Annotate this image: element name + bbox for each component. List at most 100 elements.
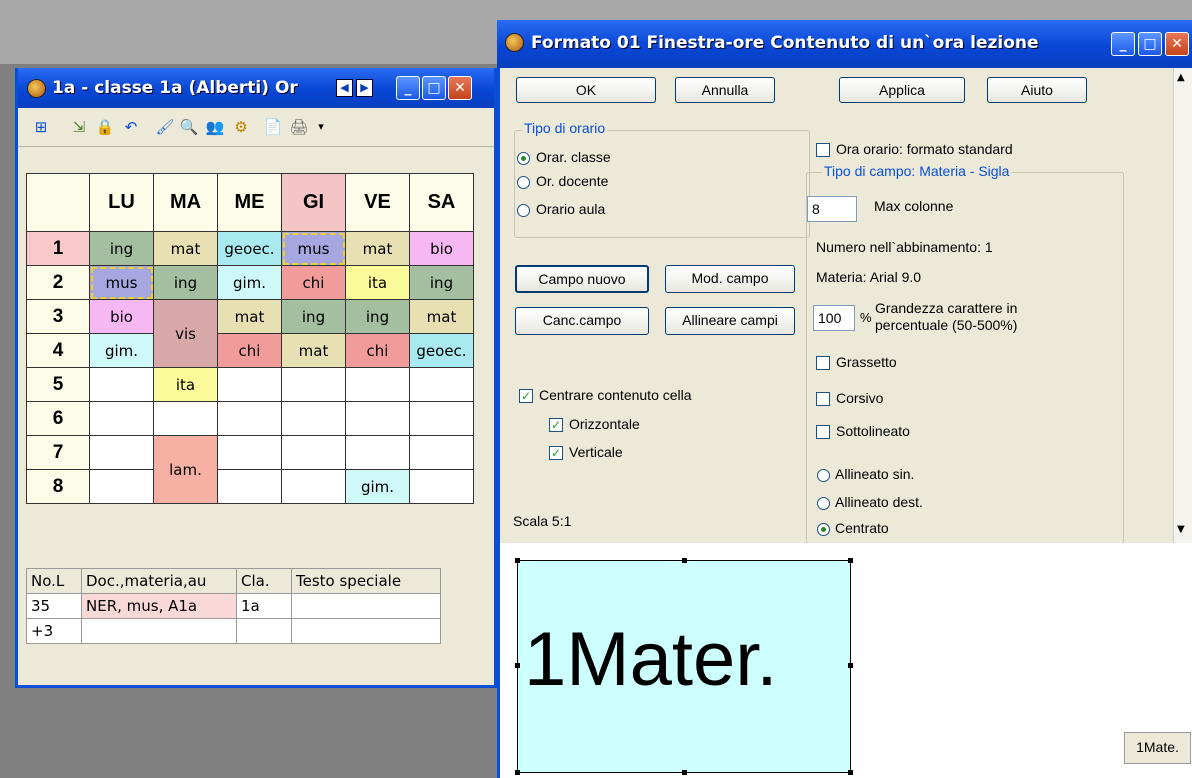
room-schedule-label[interactable]: Orario aula [536, 201, 605, 217]
minimize-icon[interactable]: _ [396, 76, 420, 100]
details-cell[interactable] [236, 618, 292, 644]
paint-icon[interactable]: 🖌 [154, 116, 176, 138]
centered-label[interactable]: Centrato [835, 520, 889, 536]
class-schedule-label[interactable]: Orar. classe [536, 149, 611, 165]
lesson-cell-empty[interactable] [153, 401, 218, 436]
teacher-schedule-radio[interactable] [517, 176, 530, 189]
lock-icon[interactable]: 🔒 [94, 116, 116, 138]
align-fields-button[interactable]: Allineare campi [665, 307, 795, 335]
period-number[interactable]: 5 [26, 367, 90, 402]
lesson-cell[interactable]: mat [217, 299, 282, 334]
lesson-cell[interactable]: ita [345, 265, 410, 300]
horizontal-label[interactable]: Orizzontale [569, 416, 640, 432]
day-header[interactable]: SA [409, 173, 474, 232]
details-cell[interactable] [291, 618, 441, 644]
import-icon[interactable]: ⇲ [68, 116, 90, 138]
lesson-cell[interactable]: bio [409, 231, 474, 266]
lesson-cell-empty[interactable] [345, 435, 410, 470]
vertical-checkbox[interactable]: ✓ [549, 446, 563, 460]
lesson-cell-empty[interactable] [281, 367, 346, 402]
details-cell[interactable]: NER, mus, A1a [81, 593, 237, 619]
timetable-titlebar[interactable]: 1a - classe 1a (Alberti) Or ◀ ▶ _ □ ✕ [18, 68, 494, 108]
grid-icon[interactable]: ⊞ [30, 116, 52, 138]
new-field-button[interactable]: Campo nuovo [515, 265, 649, 293]
centered-radio[interactable] [817, 523, 830, 536]
bold-label[interactable]: Grassetto [836, 354, 897, 370]
prev-class-icon[interactable]: ◀ [336, 79, 353, 97]
lesson-cell-empty[interactable] [345, 401, 410, 436]
maximize-icon[interactable]: □ [422, 76, 446, 100]
resize-handle[interactable] [848, 558, 853, 563]
lesson-cell-empty[interactable] [409, 469, 474, 504]
print-icon[interactable]: 🖨 [288, 116, 310, 138]
column-header[interactable]: Testo speciale [291, 568, 441, 594]
lesson-cell[interactable]: gim. [89, 333, 154, 368]
period-number[interactable]: 8 [26, 469, 90, 504]
lesson-cell[interactable]: chi [345, 333, 410, 368]
horizontal-checkbox[interactable]: ✓ [549, 418, 563, 432]
standard-format-label[interactable]: Ora orario: formato standard [836, 141, 1013, 157]
lesson-cell-selected[interactable]: mus [281, 231, 346, 266]
lesson-cell-empty[interactable] [409, 401, 474, 436]
period-number[interactable]: 3 [26, 299, 90, 334]
teacher-schedule-label[interactable]: Or. docente [536, 173, 608, 189]
lesson-cell[interactable]: vis [153, 299, 218, 368]
column-header[interactable]: No.L [26, 568, 82, 594]
lesson-cell-empty[interactable] [409, 435, 474, 470]
lesson-cell[interactable]: chi [281, 265, 346, 300]
lesson-cell[interactable]: geoec. [217, 231, 282, 266]
period-number[interactable]: 1 [26, 231, 90, 266]
align-left-radio[interactable] [817, 469, 830, 482]
settings-scrollbar[interactable]: ▲ ▼ [1173, 68, 1192, 543]
scroll-up-icon[interactable]: ▲ [1177, 72, 1185, 83]
details-cell[interactable] [81, 618, 237, 644]
align-left-label[interactable]: Allineato sin. [835, 466, 914, 482]
column-header[interactable]: Cla. [236, 568, 292, 594]
lesson-cell[interactable]: mat [153, 231, 218, 266]
details-cell[interactable]: 1a [236, 593, 292, 619]
lesson-cell-empty[interactable] [89, 367, 154, 402]
lesson-cell-empty[interactable] [217, 435, 282, 470]
period-number[interactable]: 2 [26, 265, 90, 300]
period-number[interactable]: 6 [26, 401, 90, 436]
lesson-cell-empty[interactable] [217, 367, 282, 402]
details-cell[interactable]: +3 [26, 618, 82, 644]
lesson-cell[interactable]: ing [409, 265, 474, 300]
details-cell[interactable] [291, 593, 441, 619]
lesson-cell-empty[interactable] [281, 469, 346, 504]
class-schedule-radio[interactable] [517, 152, 530, 165]
resize-handle[interactable] [515, 663, 520, 668]
font-size-percent-input[interactable]: 100 [813, 305, 855, 331]
align-right-label[interactable]: Allineato dest. [835, 494, 923, 510]
lesson-cell[interactable]: chi [217, 333, 282, 368]
lesson-cell-empty[interactable] [281, 401, 346, 436]
lesson-cell[interactable]: mat [281, 333, 346, 368]
center-content-label[interactable]: Centrare contenuto cella [539, 387, 692, 403]
lesson-cell[interactable]: gim. [345, 469, 410, 504]
help-button[interactable]: Aiuto [987, 77, 1087, 103]
lesson-cell[interactable]: mat [409, 299, 474, 334]
lesson-cell[interactable]: ing [281, 299, 346, 334]
underline-label[interactable]: Sottolineato [836, 423, 910, 439]
lesson-cell[interactable]: gim. [217, 265, 282, 300]
standard-format-checkbox[interactable] [816, 143, 830, 157]
lesson-cell-empty[interactable] [89, 401, 154, 436]
lesson-cell-selected[interactable]: mus [89, 265, 154, 300]
settings-gear-icon[interactable]: ⚙ [230, 116, 252, 138]
underline-checkbox[interactable] [816, 425, 830, 439]
resize-handle[interactable] [848, 770, 853, 775]
resize-handle[interactable] [515, 770, 520, 775]
day-header[interactable]: ME [217, 173, 282, 232]
details-cell[interactable]: 35 [26, 593, 82, 619]
lesson-cell-empty[interactable] [217, 469, 282, 504]
search-icon[interactable]: 🔍 [178, 116, 200, 138]
lesson-cell-empty[interactable] [89, 435, 154, 470]
day-header[interactable]: VE [345, 173, 410, 232]
next-class-icon[interactable]: ▶ [356, 79, 373, 97]
column-header[interactable]: Doc.,materia,au [81, 568, 237, 594]
delete-field-button[interactable]: Canc.campo [515, 307, 649, 335]
resize-handle[interactable] [682, 770, 687, 775]
resize-handle[interactable] [682, 558, 687, 563]
italic-checkbox[interactable] [816, 392, 830, 406]
center-content-checkbox[interactable]: ✓ [519, 389, 533, 403]
